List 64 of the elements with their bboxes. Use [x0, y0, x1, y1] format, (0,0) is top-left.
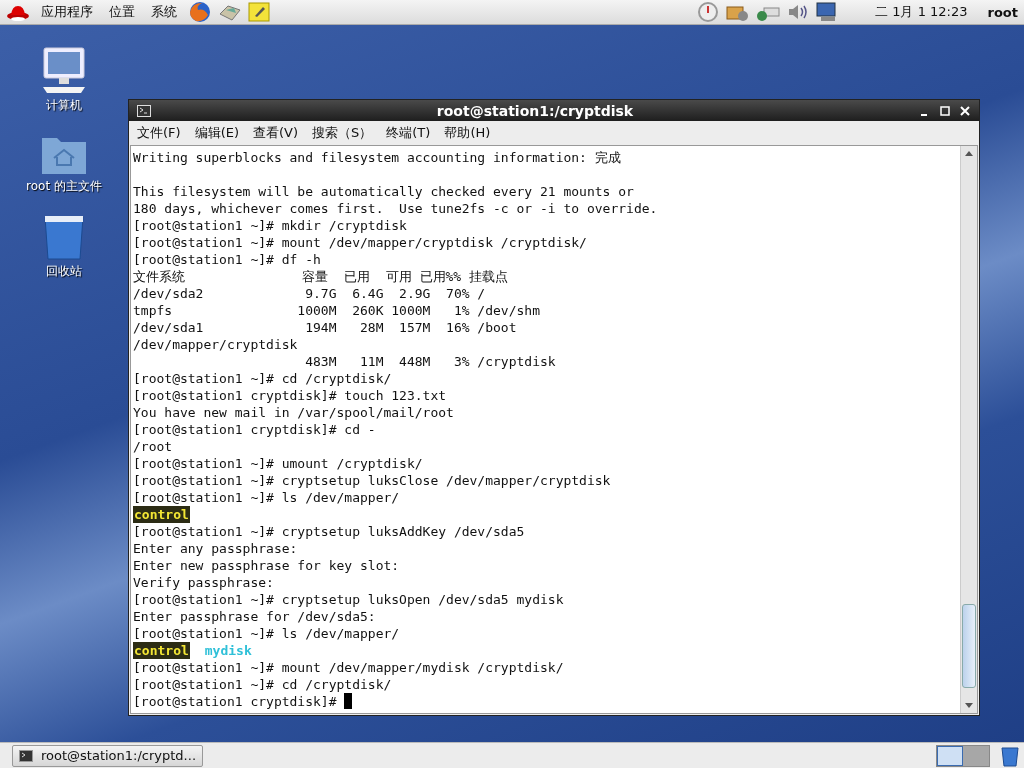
terminal-line: [root@station1 ~]# cd /cryptdisk/ — [133, 676, 392, 693]
terminal-line: [root@station1 ~]# cd /cryptdisk/ — [133, 370, 392, 387]
terminal-icon — [137, 104, 151, 117]
terminal-line: [root@station1 ~]# cryptsetup luksClose /dev/mapper/cryptdisk — [133, 472, 611, 489]
globe-icon[interactable] — [188, 1, 212, 23]
close-icon[interactable] — [959, 104, 971, 117]
menu-item[interactable]: 编辑(E) — [194, 123, 239, 142]
panel-menu[interactable]: 位置 — [104, 3, 140, 21]
terminal-line: /dev/mapper/cryptdisk — [133, 336, 298, 353]
terminal-line: tmpfs 1000M 260K 1000M 1% /dev/shm — [133, 302, 540, 319]
menu-item[interactable]: 文件(F) — [137, 123, 181, 142]
terminal-line: Writing superblocks and filesystem accounting information: 完成 — [133, 149, 621, 166]
trash-icon[interactable] — [42, 213, 86, 261]
notepad-icon[interactable] — [248, 2, 270, 22]
window-title: root@station1:/cryptdisk — [435, 102, 635, 119]
terminal-line: /dev/sda1 194M 28M 157M 16% /boot — [133, 319, 517, 336]
terminal-line: This filesystem will be automatically checked every 21 mounts or — [133, 183, 634, 200]
terminal-line: [root@station1 cryptdisk]# — [133, 693, 338, 710]
terminal-line: Enter new passphrase for key slot: — [133, 557, 400, 574]
menu-item[interactable]: 查看(V) — [253, 123, 299, 142]
terminal-line: Verify passphrase: — [133, 574, 274, 591]
terminal-line: [root@station1 cryptdisk]# touch 123.txt — [133, 387, 447, 404]
terminal-line: /root — [133, 438, 173, 455]
terminal-line: [root@station1 ~]# ls /dev/mapper/ — [133, 489, 400, 506]
highlighted-entry: control — [133, 506, 190, 523]
workspace-switcher[interactable] — [937, 745, 963, 766]
terminal-line: 180 days, whichever comes first. Use tune2fs -c or -i to override. — [133, 200, 658, 217]
taskbar-button[interactable]: root@station1:/cryptd... — [12, 744, 204, 767]
desktop-icon-label[interactable]: root 的主文件 — [26, 178, 102, 195]
device-entry: mydisk — [204, 642, 252, 659]
volume-icon[interactable] — [787, 2, 810, 22]
terminal-line: [root@station1 ~]# mount /dev/mapper/cryptdisk /cryptdisk/ — [133, 234, 587, 251]
terminal-line: [root@station1 ~]# umount /cryptdisk/ — [133, 455, 423, 472]
clock-update-icon[interactable] — [697, 1, 720, 23]
terminal-line: 文件系统 容量 已用 可用 已用%% 挂载点 — [133, 268, 508, 285]
terminal-line: [root@station1 ~]# cryptsetup luksAddKey /dev/sda5 — [133, 523, 525, 540]
maximize-icon[interactable] — [939, 104, 951, 117]
trash-icon[interactable] — [1000, 744, 1020, 767]
terminal-line: You have new mail in /var/spool/mail/root — [133, 404, 454, 421]
terminal-line: [root@station1 cryptdisk]# cd - — [133, 421, 376, 438]
menu-item[interactable]: 终端(T) — [386, 123, 431, 142]
menu-item[interactable]: 帮助(H) — [444, 123, 491, 142]
panel-menu[interactable]: 系统 — [146, 3, 182, 21]
terminal-line: [root@station1 ~]# mkdir /cryptdisk — [133, 217, 407, 234]
terminal-line: [root@station1 ~]# df -h — [133, 251, 321, 268]
terminal-icon — [19, 749, 33, 762]
panel-menu[interactable]: 应用程序 — [36, 3, 98, 21]
terminal-line: [root@station1 ~]# ls /dev/mapper/ — [133, 625, 400, 642]
terminal-line: Enter passphrase for /dev/sda5: — [133, 608, 376, 625]
scrollbar[interactable] — [960, 146, 977, 713]
terminal-line: [root@station1 ~]# cryptsetup luksOpen /dev/sda5 mydisk — [133, 591, 564, 608]
menu-item[interactable]: 搜索（S） — [312, 123, 373, 142]
highlighted-entry: control — [133, 642, 190, 659]
clock[interactable]: 二 1月 1 12:23 — [875, 3, 968, 21]
desktop-icon-label[interactable]: 计算机 — [46, 97, 82, 114]
workspace-switcher[interactable] — [963, 745, 989, 766]
terminal-line: Enter any passphrase: — [133, 540, 298, 557]
scrollbar-thumb[interactable] — [962, 604, 976, 688]
terminal-line: [root@station1 ~]# mount /dev/mapper/mydisk /cryptdisk/ — [133, 659, 564, 676]
terminal-line: /dev/sda2 9.7G 6.4G 2.9G 70% / — [133, 285, 486, 302]
user-name[interactable]: root — [987, 4, 1018, 20]
desktop-icon-label[interactable]: 回收站 — [46, 263, 82, 280]
envelope-icon[interactable] — [218, 2, 242, 22]
terminal-line: 483M 11M 448M 3% /cryptdisk — [304, 353, 556, 370]
